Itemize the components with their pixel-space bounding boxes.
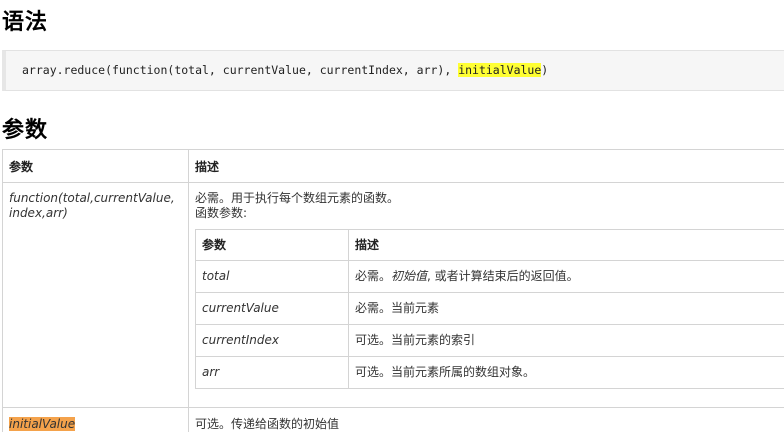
arg-desc-suffix: , 或者计算结束后的返回值。	[427, 269, 579, 283]
param-name-function: function(total,currentValue, index,arr)	[2, 182, 189, 408]
arg-name: currentIndex	[195, 324, 349, 357]
arg-name: currentValue	[195, 292, 349, 325]
table-row: total 必需。初始值, 或者计算结束后的返回值。	[195, 260, 784, 293]
arg-name: arr	[195, 356, 349, 389]
arg-desc: 可选。当前元素所属的数组对象。	[348, 356, 784, 389]
inner-header-desc: 描述	[348, 229, 784, 261]
header-desc: 描述	[188, 149, 784, 183]
arg-desc: 必需。初始值, 或者计算结束后的返回值。	[348, 260, 784, 293]
initial-value-highlight: initialValue	[9, 416, 76, 431]
arg-desc-prefix: 必需。	[355, 269, 392, 283]
header-param: 参数	[2, 149, 189, 183]
params-header-row: 参数 描述	[2, 149, 784, 183]
fn-desc-line2: 函数参数:	[195, 206, 248, 220]
code-prefix: array.reduce(function(total, currentValu…	[22, 63, 459, 77]
page: 语法 array.reduce(function(total, currentV…	[0, 0, 784, 432]
code-block: array.reduce(function(total, currentValu…	[2, 50, 784, 91]
table-row: initialValue 可选。传递给函数的初始值	[2, 407, 784, 432]
fn-desc-line1: 必需。用于执行每个数组元素的函数。	[195, 191, 400, 205]
param-desc-function: 必需。用于执行每个数组元素的函数。 函数参数: 参数 描述 total 必需。初…	[188, 182, 784, 408]
table-row: currentValue 必需。当前元素	[195, 292, 784, 325]
arg-desc: 必需。当前元素	[348, 292, 784, 325]
code-suffix: )	[541, 63, 549, 77]
inner-header-param: 参数	[195, 229, 349, 261]
param-name-initial: initialValue	[2, 407, 189, 432]
param-desc-initial: 可选。传递给函数的初始值	[188, 407, 784, 432]
table-row: function(total,currentValue, index,arr) …	[2, 182, 784, 408]
arg-name: total	[195, 260, 349, 293]
fn-args-table: 参数 描述 total 必需。初始值, 或者计算结束后的返回值。 current…	[195, 229, 784, 389]
params-heading: 参数	[2, 118, 49, 143]
code-highlight: initialValue	[458, 63, 542, 77]
table-row: currentIndex 可选。当前元素的索引	[195, 324, 784, 357]
table-row: arr 可选。当前元素所属的数组对象。	[195, 356, 784, 389]
code-line: array.reduce(function(total, currentValu…	[22, 63, 548, 77]
params-table: 参数 描述 function(total,currentValue, index…	[2, 149, 784, 432]
arg-desc-italic: 初始值	[391, 269, 428, 283]
inner-header-row: 参数 描述	[195, 229, 784, 261]
syntax-heading: 语法	[2, 10, 49, 35]
arg-desc: 可选。当前元素的索引	[348, 324, 784, 357]
